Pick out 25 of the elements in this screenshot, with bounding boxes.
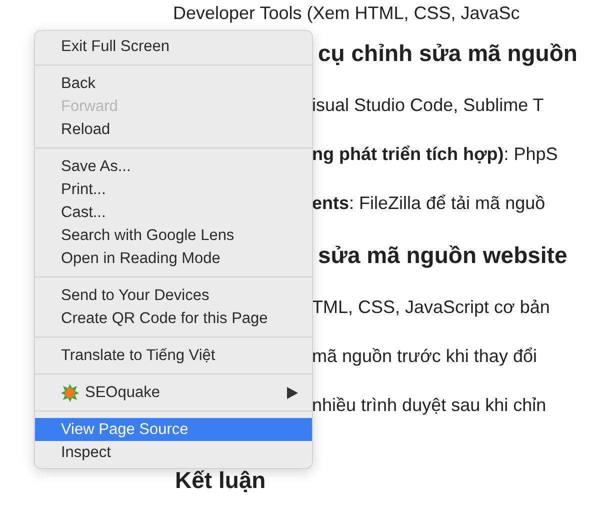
menu-item[interactable]: Search with Google Lens [35,224,312,247]
menu-item[interactable]: Exit Full Screen [35,35,312,58]
paragraph-text: ng phát triển tích hợp): PhpS [312,144,558,165]
menu-item[interactable]: Cast... [35,201,312,224]
section-heading: sửa mã nguồn website [318,242,568,269]
menu-item[interactable]: Back [35,72,312,95]
menu-item[interactable]: SEOquake [35,381,312,404]
menu-item[interactable]: View Page Source [35,418,312,441]
menu-item[interactable]: Reload [35,118,312,141]
paragraph-text: nhiều trình duyệt sau khi chỉn [312,395,546,416]
section-heading: Kết luận [175,467,266,494]
paragraph-text: TML, CSS, JavaScript cơ bản [312,297,550,318]
paragraph-text: ents: FileZilla để tải mã nguồ [312,193,546,214]
section-heading: cụ chỉnh sửa mã nguồn [318,40,578,67]
menu-item[interactable]: Save As... [35,155,312,178]
extension-icon [61,384,79,402]
menu-item[interactable]: Translate to Tiếng Việt [35,344,312,367]
paragraph-text: isual Studio Code, Sublime T [312,95,544,116]
paragraph-text: mã nguồn trước khi thay đổi [312,346,537,367]
paragraph-text: Developer Tools (Xem HTML, CSS, JavaSc [173,2,520,24]
menu-item[interactable]: Inspect [35,441,312,464]
menu-item[interactable]: Send to Your Devices [35,284,312,307]
menu-item[interactable]: Create QR Code for this Page [35,307,312,330]
menu-item[interactable]: Print... [35,178,312,201]
menu-item[interactable]: Open in Reading Mode [35,247,312,270]
